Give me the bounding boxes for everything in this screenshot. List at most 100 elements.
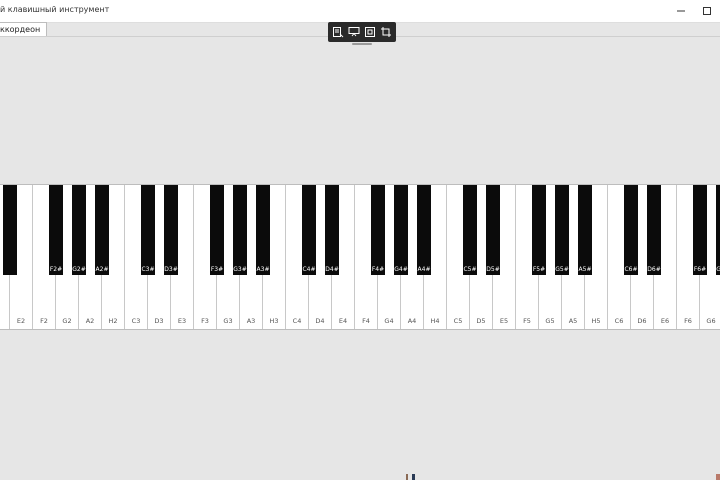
edge-mark xyxy=(406,474,408,480)
black-key-label: A4# xyxy=(417,266,431,273)
white-key-label: F3 xyxy=(201,317,209,325)
black-key[interactable]: D6# xyxy=(647,185,661,275)
overlay-toolbar xyxy=(328,22,396,42)
edge-mark xyxy=(412,474,415,480)
black-key-label: G6# xyxy=(716,266,720,273)
white-key-label: A2 xyxy=(85,317,95,325)
tab-accordion[interactable]: ккордеон xyxy=(0,22,48,37)
black-key-label: D6# xyxy=(647,266,661,273)
black-key[interactable] xyxy=(3,185,17,275)
black-key[interactable]: F2# xyxy=(49,185,63,275)
piano-keyboard: E2 F2 G2 A2 H2 C3 D3 E3 F3 G3 A3 H3 C4 D4 E4 F4 G4 A4 H4 C5… xyxy=(0,184,720,330)
black-key[interactable]: D4# xyxy=(325,185,339,275)
white-key-label: G3 xyxy=(223,317,233,325)
minimize-icon xyxy=(676,6,686,16)
title-bar: й клавишный инструмент xyxy=(0,0,720,23)
black-key[interactable]: F5# xyxy=(532,185,546,275)
fit-screen-icon xyxy=(364,23,376,42)
white-key-label: D6 xyxy=(637,317,647,325)
black-key[interactable]: G4# xyxy=(394,185,408,275)
white-key-label: F4 xyxy=(362,317,370,325)
black-key[interactable]: C5# xyxy=(463,185,477,275)
white-key-label: D3 xyxy=(154,317,164,325)
notes-button[interactable] xyxy=(331,25,345,39)
white-key-label: E5 xyxy=(499,317,509,325)
black-key-label: A2# xyxy=(95,266,109,273)
white-key-label: A4 xyxy=(407,317,417,325)
white-key-label: C4 xyxy=(292,317,302,325)
white-key-label: F2 xyxy=(40,317,48,325)
black-key[interactable]: G5# xyxy=(555,185,569,275)
black-key-label: F4# xyxy=(371,266,385,273)
black-key-label: C4# xyxy=(302,266,316,273)
presentation-button[interactable] xyxy=(347,25,361,39)
white-key-label: C6 xyxy=(614,317,624,325)
black-key[interactable]: C4# xyxy=(302,185,316,275)
black-key-label: F2# xyxy=(49,266,63,273)
black-key[interactable]: A4# xyxy=(417,185,431,275)
black-key[interactable]: F4# xyxy=(371,185,385,275)
white-key-label: C3 xyxy=(131,317,141,325)
white-key-label: H3 xyxy=(269,317,279,325)
white-key-label: E3 xyxy=(177,317,187,325)
black-key-label: G3# xyxy=(233,266,247,273)
black-key-label: F3# xyxy=(210,266,224,273)
black-key-label: G2# xyxy=(72,266,86,273)
black-key[interactable]: D5# xyxy=(486,185,500,275)
black-key-label: A5# xyxy=(578,266,592,273)
black-key-label: G4# xyxy=(394,266,408,273)
black-key-label: G5# xyxy=(555,266,569,273)
window-controls xyxy=(668,0,720,22)
white-key-label: G6 xyxy=(706,317,716,325)
black-key[interactable]: G2# xyxy=(72,185,86,275)
fit-screen-button[interactable] xyxy=(363,25,377,39)
black-key-label: C6# xyxy=(624,266,638,273)
white-key-label: G2 xyxy=(62,317,72,325)
white-key-label: D5 xyxy=(476,317,486,325)
white-key-label: A3 xyxy=(246,317,256,325)
toolbar-drag-handle[interactable] xyxy=(352,43,372,45)
black-key-label: C3# xyxy=(141,266,155,273)
edge-mark xyxy=(716,474,720,480)
crop-button[interactable] xyxy=(379,25,393,39)
white-key-label: E4 xyxy=(338,317,348,325)
minimize-button[interactable] xyxy=(668,0,694,22)
white-key-label: F6 xyxy=(684,317,692,325)
black-key-label: A3# xyxy=(256,266,270,273)
black-key[interactable]: C3# xyxy=(141,185,155,275)
black-key-label: C5# xyxy=(463,266,477,273)
black-key-label: D3# xyxy=(164,266,178,273)
bottom-edge xyxy=(0,474,720,480)
presentation-icon xyxy=(348,23,360,42)
window-title: й клавишный инструмент xyxy=(0,5,110,14)
white-key-label: E6 xyxy=(660,317,670,325)
black-key[interactable]: A3# xyxy=(256,185,270,275)
white-key-label: C5 xyxy=(453,317,463,325)
white-key-label: H4 xyxy=(430,317,440,325)
maximize-icon xyxy=(702,6,712,16)
white-key-label: A5 xyxy=(568,317,578,325)
black-key-label: D4# xyxy=(325,266,339,273)
black-key-label: F6# xyxy=(693,266,707,273)
black-key[interactable]: F3# xyxy=(210,185,224,275)
black-key[interactable]: C6# xyxy=(624,185,638,275)
black-key[interactable]: G6# xyxy=(716,185,720,275)
black-key-label: D5# xyxy=(486,266,500,273)
black-key[interactable]: D3# xyxy=(164,185,178,275)
white-key-label: G5 xyxy=(545,317,555,325)
maximize-button[interactable] xyxy=(694,0,720,22)
black-key-label: F5# xyxy=(532,266,546,273)
black-key[interactable]: F6# xyxy=(693,185,707,275)
crop-icon xyxy=(380,23,392,42)
white-key-label: E2 xyxy=(16,317,26,325)
notes-icon xyxy=(332,23,344,42)
black-key[interactable]: A5# xyxy=(578,185,592,275)
white-key-label: F5 xyxy=(523,317,531,325)
black-key[interactable]: A2# xyxy=(95,185,109,275)
white-key-label: D4 xyxy=(315,317,325,325)
tab-label: ккордеон xyxy=(0,25,41,34)
white-key-label: H5 xyxy=(591,317,601,325)
white-key-label: G4 xyxy=(384,317,394,325)
black-key[interactable]: G3# xyxy=(233,185,247,275)
white-key-label: H2 xyxy=(108,317,118,325)
